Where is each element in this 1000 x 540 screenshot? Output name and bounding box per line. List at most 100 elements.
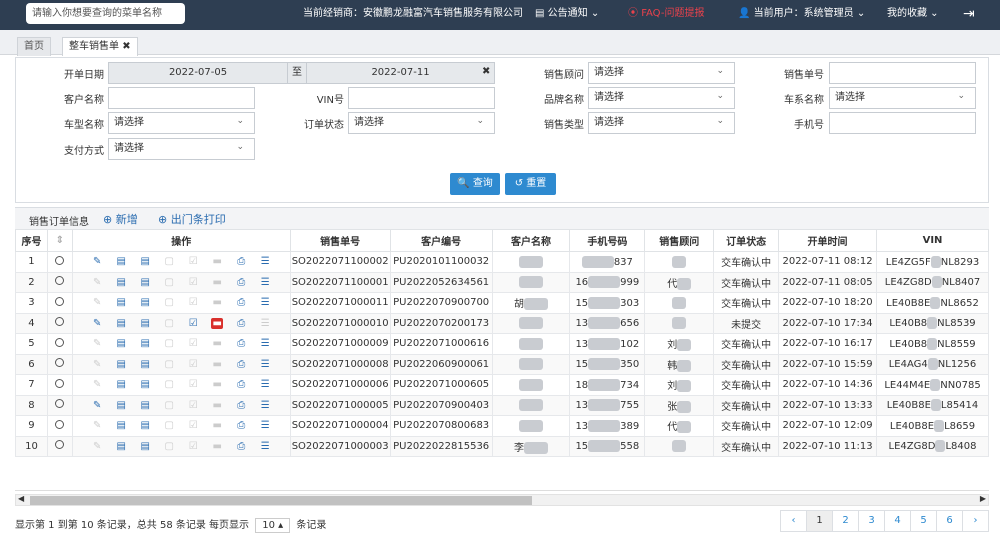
page-button-2[interactable]: 2	[832, 510, 859, 532]
delete-icon[interactable]: ▬	[211, 379, 223, 390]
copy-icon[interactable]: ▢	[163, 256, 175, 267]
row-select[interactable]	[46, 271, 73, 293]
check-icon[interactable]: ☑	[187, 318, 199, 329]
list-icon[interactable]: ▤	[139, 338, 151, 349]
user-menu[interactable]: 👤 当前用户：系统管理员 ⌄	[738, 0, 865, 30]
page-size-select[interactable]: 10 ▴	[255, 518, 291, 533]
menu-icon[interactable]: ☰	[259, 297, 271, 308]
check-icon[interactable]: ☑	[187, 420, 199, 431]
print-icon[interactable]: ⎙	[235, 256, 247, 267]
col-date[interactable]: 开单时间	[778, 229, 878, 252]
print-icon[interactable]: ⎙	[235, 400, 247, 411]
advisor-select[interactable]: 请选择 ⌄	[588, 62, 735, 84]
list-icon[interactable]: ▤	[139, 359, 151, 370]
check-icon[interactable]: ☑	[187, 277, 199, 288]
copy-icon[interactable]: ▢	[163, 379, 175, 390]
table-row[interactable]: 4 ✎ ▤ ▤ ▢ ☑ ▬ ⎙ ☰ SO2022071000010 PU2022070200173 1…	[15, 312, 989, 334]
page-button-3[interactable]: 3	[858, 510, 885, 532]
detail-icon[interactable]: ▤	[115, 338, 127, 349]
row-select[interactable]	[46, 374, 73, 396]
edit-icon[interactable]: ✎	[91, 359, 103, 370]
col-phone[interactable]: 手机号码	[569, 229, 646, 252]
copy-icon[interactable]: ▢	[163, 441, 175, 452]
table-row[interactable]: 10 ✎ ▤ ▤ ▢ ☑ ▬ ⎙ ☰ SO2022071000003 PU2022022815536…	[15, 435, 989, 457]
reset-button[interactable]: ↺ 重置	[505, 173, 556, 195]
copy-icon[interactable]: ▢	[163, 297, 175, 308]
add-button[interactable]: ⊕ 新增	[103, 211, 138, 227]
order-no-input[interactable]	[829, 62, 976, 84]
check-icon[interactable]: ☑	[187, 297, 199, 308]
menu-icon[interactable]: ☰	[259, 420, 271, 431]
menu-icon[interactable]: ☰	[259, 400, 271, 411]
col-vin[interactable]: VIN	[876, 229, 989, 252]
table-row[interactable]: 5 ✎ ▤ ▤ ▢ ☑ ▬ ⎙ ☰ SO2022071000009 PU2022071000616 1…	[15, 333, 989, 355]
page-button-1[interactable]: 1	[806, 510, 833, 532]
delete-icon[interactable]: ▬	[211, 420, 223, 431]
radio-button[interactable]	[55, 358, 65, 368]
edit-icon[interactable]: ✎	[91, 256, 103, 267]
menu-icon[interactable]: ☰	[259, 359, 271, 370]
customer-name-input[interactable]	[108, 87, 255, 109]
print-icon[interactable]: ⎙	[235, 379, 247, 390]
edit-icon[interactable]: ✎	[91, 379, 103, 390]
row-select[interactable]	[46, 292, 73, 314]
query-button[interactable]: 🔍 查询	[450, 173, 500, 195]
copy-icon[interactable]: ▢	[163, 400, 175, 411]
col-advisor[interactable]: 销售顾问	[644, 229, 715, 252]
tab-vehicle-sales[interactable]: 整车销售单 ✖	[62, 37, 138, 56]
horizontal-scrollbar[interactable]: ◀ ▶	[15, 494, 989, 506]
date-start-input[interactable]: 2022-07-05	[108, 62, 288, 84]
list-icon[interactable]: ▤	[139, 420, 151, 431]
detail-icon[interactable]: ▤	[115, 379, 127, 390]
page-button-6[interactable]: 6	[936, 510, 963, 532]
table-row[interactable]: 7 ✎ ▤ ▤ ▢ ☑ ▬ ⎙ ☰ SO2022071000006 PU2022071000605 1…	[15, 374, 989, 396]
print-icon[interactable]: ⎙	[235, 420, 247, 431]
radio-button[interactable]	[55, 337, 65, 347]
detail-icon[interactable]: ▤	[115, 277, 127, 288]
list-icon[interactable]: ▤	[139, 277, 151, 288]
menu-icon[interactable]: ☰	[259, 441, 271, 452]
edit-icon[interactable]: ✎	[91, 318, 103, 329]
check-icon[interactable]: ☑	[187, 338, 199, 349]
payment-select[interactable]: 请选择 ⌄	[108, 138, 255, 160]
delete-icon[interactable]: ▬	[211, 256, 223, 267]
edit-icon[interactable]: ✎	[91, 441, 103, 452]
col-status[interactable]: 订单状态	[713, 229, 780, 252]
check-icon[interactable]: ☑	[187, 256, 199, 267]
table-row[interactable]: 8 ✎ ▤ ▤ ▢ ☑ ▬ ⎙ ☰ SO2022071000005 PU2022070900403 1…	[15, 394, 989, 416]
detail-icon[interactable]: ▤	[115, 256, 127, 267]
edit-icon[interactable]: ✎	[91, 338, 103, 349]
delete-icon[interactable]: ▬	[211, 441, 223, 452]
faq-link[interactable]: ⦿ FAQ-问题提报	[628, 0, 704, 30]
radio-button[interactable]	[55, 378, 65, 388]
delete-icon[interactable]: ▬	[211, 317, 224, 329]
notice-menu[interactable]: ▤ 公告通知 ⌄	[535, 0, 599, 30]
list-icon[interactable]: ▤	[139, 318, 151, 329]
menu-icon[interactable]: ☰	[259, 379, 271, 390]
tab-home[interactable]: 首页	[17, 37, 51, 56]
table-row[interactable]: 3 ✎ ▤ ▤ ▢ ☑ ▬ ⎙ ☰ SO2022071000011 PU2022070900700 胡…	[15, 292, 989, 314]
check-icon[interactable]: ☑	[187, 379, 199, 390]
radio-button[interactable]	[55, 296, 65, 306]
scroll-left-icon[interactable]: ◀	[18, 494, 24, 503]
close-icon[interactable]: ✖	[122, 41, 130, 52]
print-icon[interactable]: ⎙	[235, 277, 247, 288]
delete-icon[interactable]: ▬	[211, 400, 223, 411]
scrollbar-thumb[interactable]	[30, 496, 532, 505]
print-icon[interactable]: ⎙	[235, 297, 247, 308]
logout-icon[interactable]: ⇥	[963, 0, 975, 30]
status-select[interactable]: 请选择 ⌄	[348, 112, 495, 134]
list-icon[interactable]: ▤	[139, 400, 151, 411]
row-select[interactable]	[46, 435, 73, 457]
menu-search-input[interactable]: 请输入你想要查询的菜单名称	[26, 3, 185, 24]
scroll-right-icon[interactable]: ▶	[980, 494, 986, 503]
list-icon[interactable]: ▤	[139, 441, 151, 452]
next-page-button[interactable]: ›	[962, 510, 989, 532]
vin-input[interactable]	[348, 87, 495, 109]
row-select[interactable]	[46, 353, 73, 375]
clear-date-icon[interactable]: ✖	[482, 66, 490, 77]
table-row[interactable]: 2 ✎ ▤ ▤ ▢ ☑ ▬ ⎙ ☰ SO2022071100001 PU2022052634561 1…	[15, 271, 989, 293]
check-icon[interactable]: ☑	[187, 359, 199, 370]
print-icon[interactable]: ⎙	[235, 359, 247, 370]
radio-button[interactable]	[55, 276, 65, 286]
